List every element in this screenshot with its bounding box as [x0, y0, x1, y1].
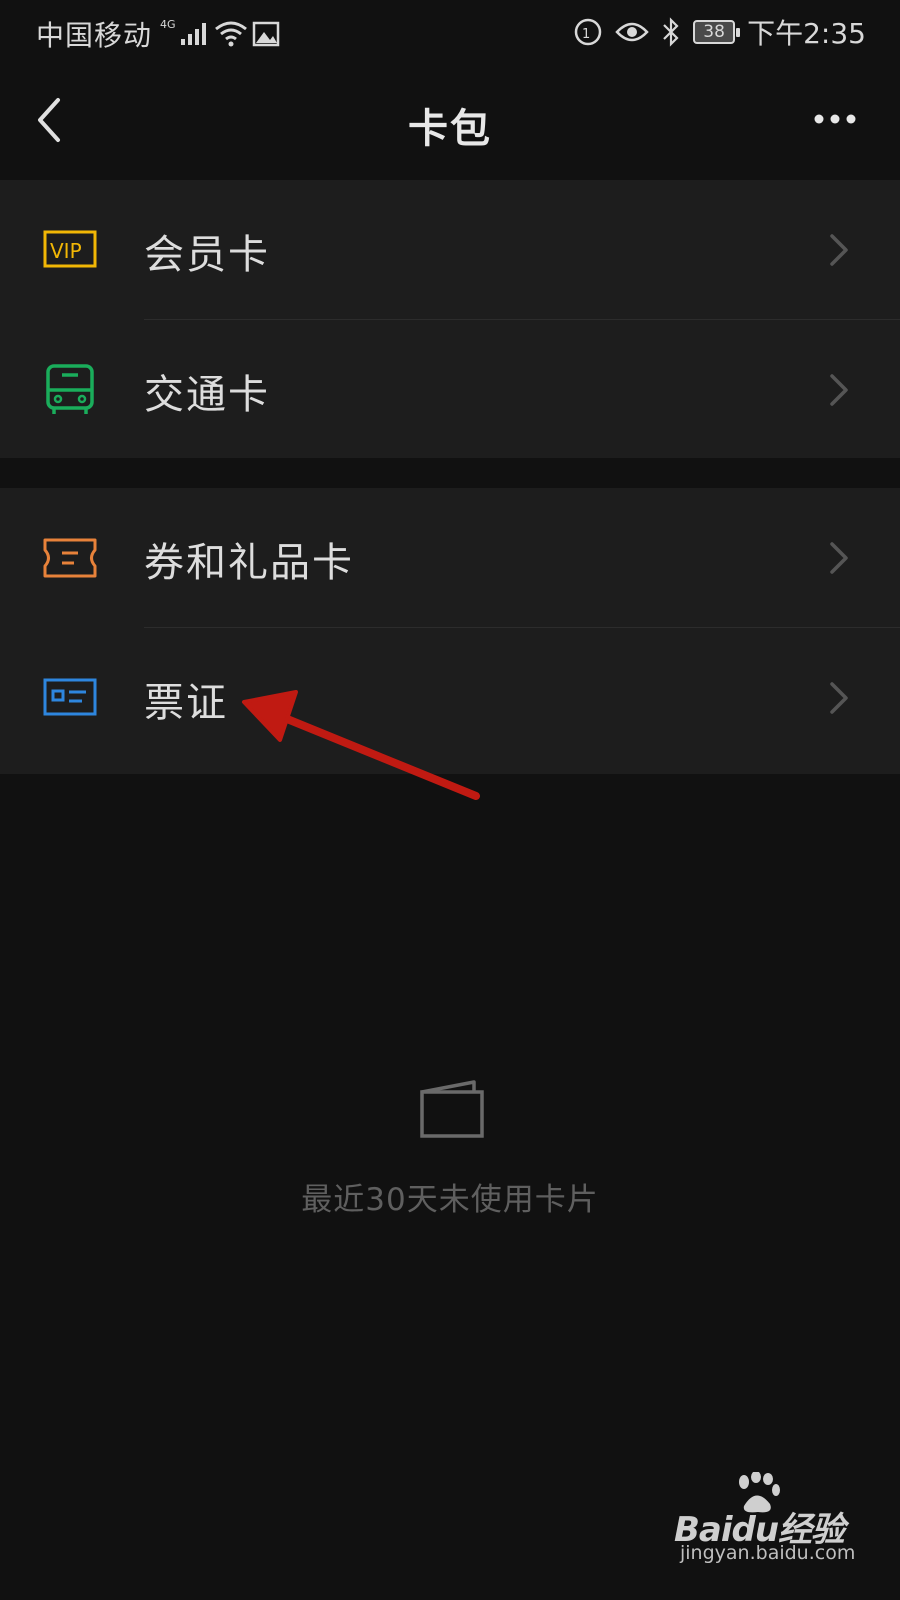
- watermark-url: jingyan.baidu.com: [680, 1542, 856, 1564]
- battery-indicator: 38: [693, 20, 741, 44]
- more-dots-icon[interactable]: [810, 104, 860, 134]
- image-notification-icon: [252, 21, 279, 47]
- wifi-icon: [214, 21, 247, 47]
- svg-text:1: 1: [582, 27, 590, 42]
- list-item-label: 票证: [144, 680, 228, 726]
- chevron-right-icon: [830, 542, 848, 574]
- battery-level: 38: [703, 22, 725, 42]
- list-item-label: 交通卡: [144, 372, 270, 418]
- empty-state-text: 最近30天未使用卡片: [301, 1182, 599, 1218]
- list-item-tickets-ids[interactable]: 票证: [0, 628, 900, 768]
- card-group-secondary: 券和礼品卡 票证: [0, 488, 900, 774]
- vip-card-icon: VIP: [43, 230, 97, 268]
- page-title: 卡包: [408, 106, 492, 152]
- list-item-transit-card[interactable]: 交通卡: [0, 320, 900, 460]
- status-left: 中国移动 4G: [36, 14, 280, 54]
- list-item-label: 会员卡: [144, 232, 270, 278]
- list-item-coupons-gift-cards[interactable]: 券和礼品卡: [0, 488, 900, 628]
- card-group-primary: VIP 会员卡 交通卡: [0, 180, 900, 458]
- svg-text:VIP: VIP: [50, 239, 82, 263]
- eye-comfort-icon: [615, 22, 649, 42]
- wallet-icon: [420, 1080, 484, 1138]
- ticket-icon: [43, 538, 97, 578]
- chevron-right-icon: [830, 374, 848, 406]
- bluetooth-icon: [663, 17, 679, 47]
- signal-icon: [180, 23, 206, 45]
- id-card-icon: [43, 678, 97, 716]
- chevron-right-icon: [830, 682, 848, 714]
- list-item-label: 券和礼品卡: [144, 540, 354, 586]
- clock: 下午2:35: [747, 17, 866, 50]
- navigation-bar: 卡包: [0, 64, 900, 180]
- carrier-name: 中国移动: [36, 19, 153, 52]
- status-right: 1 38 下午2:35: [573, 12, 866, 52]
- list-item-membership-card[interactable]: VIP 会员卡: [0, 180, 900, 320]
- bus-icon: [46, 364, 94, 414]
- chevron-right-icon: [830, 234, 848, 266]
- status-bar: 中国移动 4G 1 38 下午2:35: [0, 0, 900, 64]
- baidu-jingyan-watermark: Baidu经验 jingyan.baidu.com: [674, 1472, 856, 1576]
- screen: 中国移动 4G 1 38 下午2:35 卡包 VIP 会员卡 交通卡 券和礼品卡…: [0, 0, 900, 1600]
- data-saver-icon: 1: [574, 18, 602, 46]
- network-type: 4G: [160, 17, 176, 31]
